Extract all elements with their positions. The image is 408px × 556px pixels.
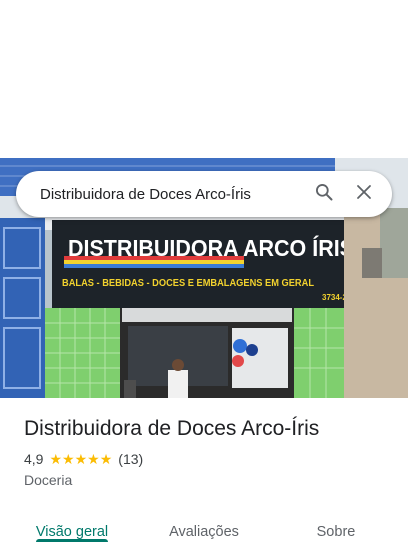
star-icon: ★ — [74, 451, 88, 467]
tab-bar: Visão geral Avaliações Sobre — [0, 508, 408, 556]
close-icon — [355, 183, 373, 206]
rating-stars: ★ ★ ★ ★ ★ — [49, 452, 112, 466]
active-tab-indicator — [36, 539, 108, 542]
place-info-panel: Distribuidora de Doces Arco-Íris 4,9 ★ ★… — [0, 398, 408, 556]
place-title: Distribuidora de Doces Arco-Íris — [24, 417, 320, 440]
sign-name-text: DISTRIBUIDORA ARCO ÍRIS — [68, 234, 354, 261]
tab-reviews[interactable]: Avaliações — [152, 508, 256, 556]
search-input[interactable]: Distribuidora de Doces Arco-Íris — [16, 186, 304, 203]
tab-about[interactable]: Sobre — [296, 508, 376, 556]
rating-value: 4,9 — [24, 451, 44, 467]
search-icon — [314, 182, 334, 207]
star-icon: ★ — [62, 451, 75, 467]
star-icon: ★ — [87, 451, 100, 467]
top-blank-area — [0, 0, 408, 158]
star-icon: ★ — [49, 451, 63, 467]
review-count[interactable]: (13) — [118, 451, 143, 467]
star-icon: ★ — [99, 451, 113, 467]
sign-subtitle-text: BALAS - BEBIDAS - DOCES E EMBALAGENS EM … — [62, 278, 314, 289]
close-button[interactable] — [344, 174, 384, 214]
search-bar[interactable]: Distribuidora de Doces Arco-Íris — [16, 171, 392, 217]
tab-overview[interactable]: Visão geral — [24, 508, 120, 556]
place-category: Doceria — [24, 472, 73, 488]
search-button[interactable] — [304, 174, 344, 214]
rating-row[interactable]: 4,9 ★ ★ ★ ★ ★ (13) — [24, 451, 143, 467]
